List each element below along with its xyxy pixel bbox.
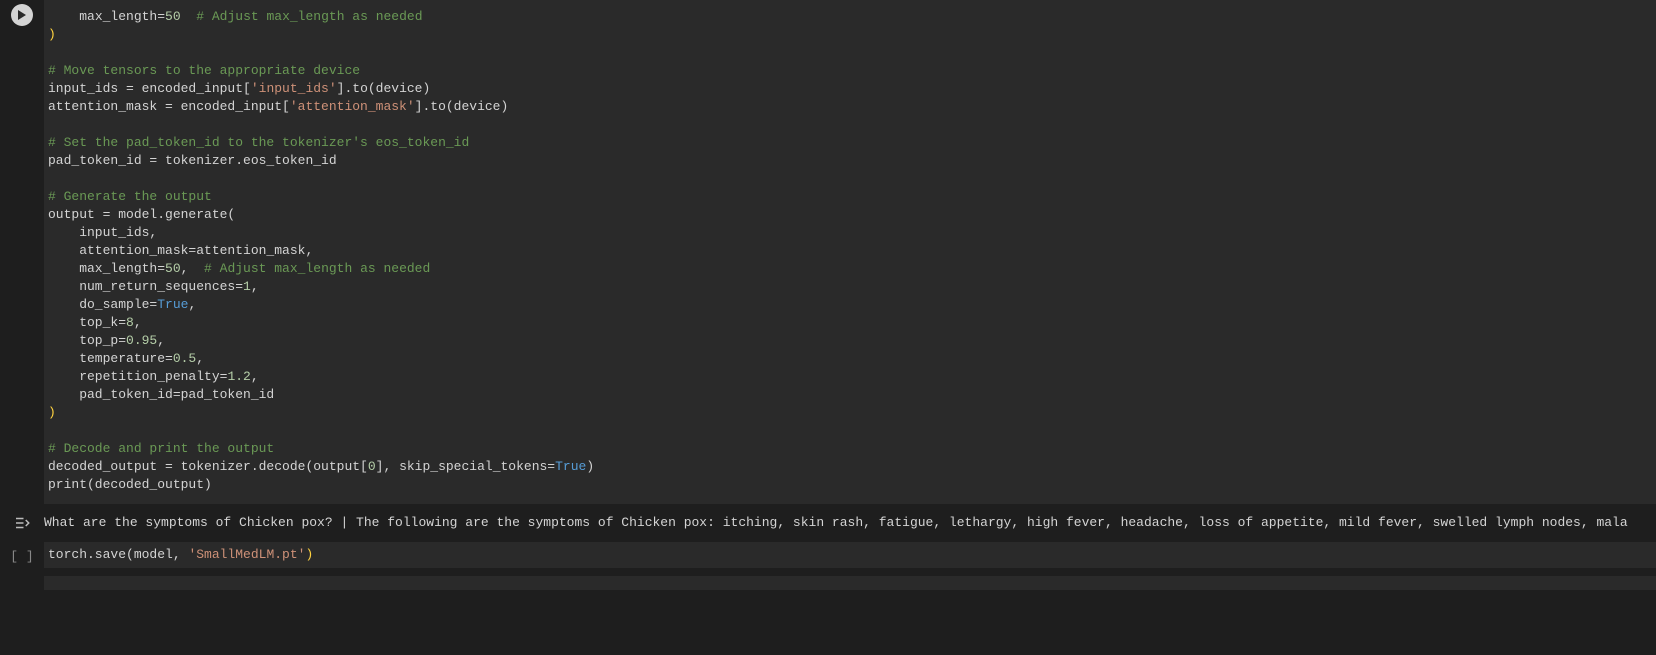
code-text: , (134, 315, 142, 330)
code-number: 0.95 (126, 333, 157, 348)
code-keyword: True (157, 297, 188, 312)
code-text: input_ids, (48, 225, 157, 240)
code-text: torch.save(model, (48, 547, 188, 562)
code-editor[interactable]: max_length=50 # Adjust max_length as nee… (44, 0, 1656, 504)
code-text: temperature= (48, 351, 173, 366)
run-button[interactable] (11, 4, 33, 26)
code-string: 'input_ids' (251, 81, 337, 96)
code-text (181, 9, 197, 24)
notebook: max_length=50 # Adjust max_length as nee… (0, 0, 1656, 655)
code-paren: ) (305, 547, 313, 562)
code-comment: # Adjust max_length as needed (196, 9, 422, 24)
code-number: 1.2 (227, 369, 250, 384)
code-text: ) (586, 459, 594, 474)
code-string: 'SmallMedLM.pt' (188, 547, 305, 562)
code-cell-empty (0, 576, 1656, 590)
code-comment: # Move tensors to the appropriate device (48, 63, 360, 78)
code-string: 'attention_mask' (290, 99, 415, 114)
output-text[interactable]: What are the symptoms of Chicken pox? | … (44, 512, 1656, 532)
code-text: do_sample= (48, 297, 157, 312)
code-cell-main: max_length=50 # Adjust max_length as nee… (0, 0, 1656, 504)
code-text: top_p= (48, 333, 126, 348)
execution-bracket: [ ] (10, 546, 33, 568)
code-text: top_k= (48, 315, 126, 330)
code-text: max_length= (48, 261, 165, 276)
code-text: print(decoded_output) (48, 477, 212, 492)
code-text: pad_token_id = tokenizer.eos_token_id (48, 153, 337, 168)
code-number: 50 (165, 261, 181, 276)
code-keyword: True (555, 459, 586, 474)
code-text: repetition_penalty= (48, 369, 227, 384)
code-number: 0 (368, 459, 376, 474)
code-number: 0.5 (173, 351, 196, 366)
output-gutter (0, 512, 44, 532)
code-text: attention_mask=attention_mask, (48, 243, 313, 258)
cell-gutter (0, 576, 44, 590)
code-text: , (188, 297, 196, 312)
code-comment: # Set the pad_token_id to the tokenizer'… (48, 135, 469, 150)
play-icon (17, 10, 27, 20)
code-text: , (181, 261, 204, 276)
output-cell: What are the symptoms of Chicken pox? | … (0, 512, 1656, 532)
code-text: max_length (79, 9, 157, 24)
code-text: attention_mask = encoded_input[ (48, 99, 290, 114)
code-text: num_return_sequences= (48, 279, 243, 294)
code-text: decoded_output = tokenizer.decode(output… (48, 459, 368, 474)
cell-gutter: [ ] (0, 542, 44, 568)
code-text: , (251, 369, 259, 384)
code-comment: # Decode and print the output (48, 441, 274, 456)
code-cell-save: [ ] torch.save(model, 'SmallMedLM.pt') (0, 542, 1656, 568)
code-comment: # Adjust max_length as needed (204, 261, 430, 276)
code-text: input_ids = encoded_input[ (48, 81, 251, 96)
code-number: 1 (243, 279, 251, 294)
code-number: 8 (126, 315, 134, 330)
cell-gutter (0, 0, 44, 504)
code-text: ].to(device) (337, 81, 431, 96)
code-editor[interactable] (44, 576, 1656, 590)
code-editor[interactable]: torch.save(model, 'SmallMedLM.pt') (44, 542, 1656, 568)
code-text: output = model.generate( (48, 207, 235, 222)
code-comment: # Generate the output (48, 189, 212, 204)
code-paren: ) (48, 27, 56, 42)
code-text: = (157, 9, 165, 24)
code-number: 50 (165, 9, 181, 24)
code-text: ], skip_special_tokens= (376, 459, 555, 474)
code-text: , (157, 333, 165, 348)
code-text: ].to(device) (415, 99, 509, 114)
output-toggle-icon[interactable] (13, 514, 31, 532)
code-text (48, 9, 79, 24)
code-paren: ) (48, 405, 56, 420)
code-text: , (196, 351, 204, 366)
code-text: , (251, 279, 259, 294)
code-text: pad_token_id=pad_token_id (48, 387, 274, 402)
